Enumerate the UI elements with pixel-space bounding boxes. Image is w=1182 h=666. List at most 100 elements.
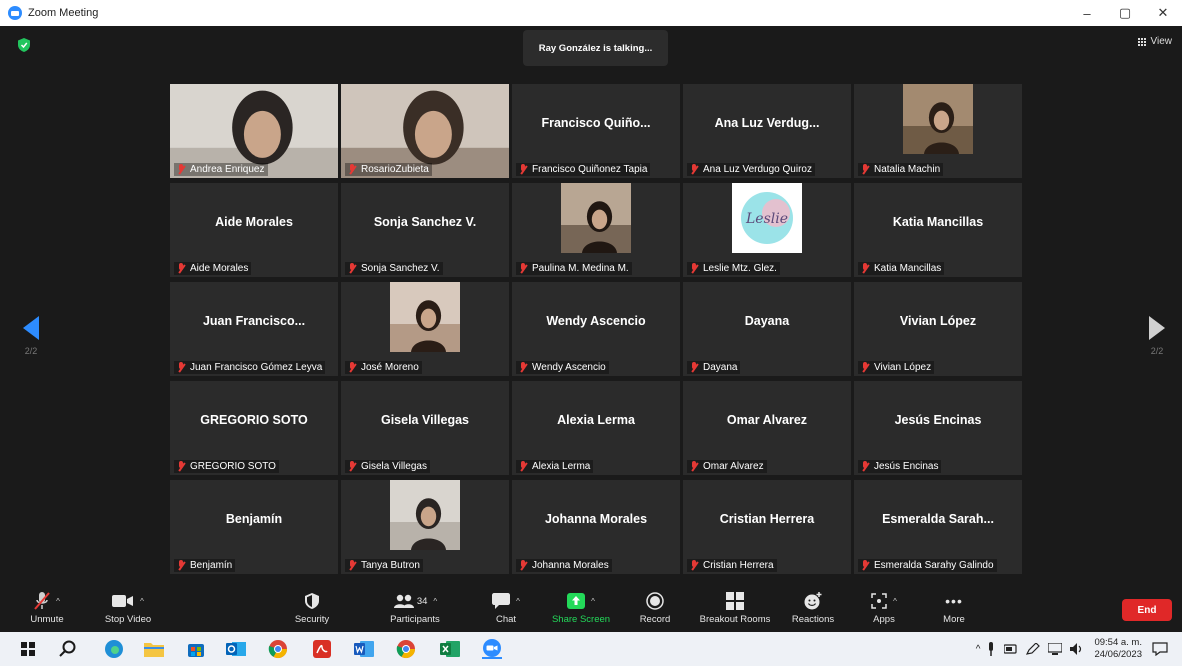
mic-muted-icon: [689, 560, 699, 571]
store-icon[interactable]: [186, 639, 206, 659]
participant-tile[interactable]: Paulina M. Medina M.: [512, 183, 680, 277]
system-clock[interactable]: 09:54 a. m. 24/06/2023: [1094, 637, 1142, 661]
participant-tile[interactable]: Leslie Leslie Mtz. Glez.: [683, 183, 851, 277]
participant-video: [903, 84, 973, 154]
participant-tile[interactable]: Dayana Dayana: [683, 282, 851, 376]
meeting-controls: ^ Unmute ^ Stop Video Security 34 ^ Part…: [0, 586, 1182, 632]
mic-muted-icon: [347, 164, 357, 175]
unmute-options-caret[interactable]: ^: [56, 597, 60, 606]
participant-tile[interactable]: Omar Alvarez Omar Alvarez: [683, 381, 851, 475]
participant-tile[interactable]: GREGORIO SOTO GREGORIO SOTO: [170, 381, 338, 475]
pen-icon[interactable]: [1026, 643, 1041, 655]
arrow-right-icon: [1149, 316, 1165, 340]
participant-tile[interactable]: Aide Morales Aide Morales: [170, 183, 338, 277]
mic-muted-icon: [518, 263, 528, 274]
participant-tile[interactable]: Francisco Quiño... Francisco Quiñonez Tap…: [512, 84, 680, 178]
apps-button[interactable]: ^ Apps: [864, 590, 904, 625]
participant-tile[interactable]: Johanna Morales Johanna Morales: [512, 480, 680, 574]
minimize-button[interactable]: –: [1068, 0, 1106, 26]
participant-name-label: Wendy Ascencio: [516, 361, 609, 374]
apps-options-caret[interactable]: ^: [893, 597, 897, 606]
chrome-icon[interactable]: [268, 639, 288, 659]
participant-tile[interactable]: Ana Luz Verdug... Ana Luz Verdugo Quiroz: [683, 84, 851, 178]
mic-muted-icon: [860, 362, 870, 373]
share-options-caret[interactable]: ^: [591, 597, 595, 606]
network-icon[interactable]: [1048, 643, 1063, 655]
microphone-tray-icon[interactable]: [986, 642, 996, 656]
participant-name: Leslie Mtz. Glez.: [703, 263, 777, 274]
participant-tile[interactable]: Vivian López Vivian López: [854, 282, 1022, 376]
participant-tile[interactable]: Juan Francisco... Juan Francisco Gómez Le…: [170, 282, 338, 376]
breakout-rooms-button[interactable]: Breakout Rooms: [694, 590, 776, 625]
participant-name-label: Tanya Butron: [345, 559, 423, 572]
pdf-reader-icon[interactable]: [312, 639, 332, 659]
chrome-profile-icon[interactable]: [396, 639, 416, 659]
record-button[interactable]: Record: [634, 590, 676, 625]
participant-name-label: José Moreno: [345, 361, 422, 374]
chat-label: Chat: [495, 614, 517, 625]
participant-tile[interactable]: Alexia Lerma Alexia Lerma: [512, 381, 680, 475]
participants-button[interactable]: 34 ^ Participants: [374, 590, 456, 625]
notifications-icon[interactable]: [1152, 642, 1168, 656]
stop-video-button[interactable]: ^ Stop Video: [98, 590, 158, 625]
word-icon[interactable]: [354, 639, 374, 659]
reactions-button[interactable]: Reactions: [788, 590, 838, 625]
more-button[interactable]: ••• More: [932, 590, 976, 625]
end-meeting-button[interactable]: End: [1122, 599, 1172, 621]
unmute-button[interactable]: ^ Unmute: [22, 590, 72, 625]
participant-name: Vivian López: [874, 362, 932, 373]
participant-display-name: Juan Francisco...: [202, 314, 306, 328]
volume-icon[interactable]: [1070, 643, 1084, 655]
mic-muted-icon: [860, 461, 870, 472]
participant-name: Cristian Herrera: [703, 560, 774, 571]
outlook-icon[interactable]: [226, 639, 246, 659]
tray-overflow-icon[interactable]: ^: [976, 644, 981, 655]
view-button[interactable]: View: [1138, 36, 1172, 47]
participant-tile[interactable]: Gisela Villegas Gisela Villegas: [341, 381, 509, 475]
participants-options-caret[interactable]: ^: [433, 597, 437, 606]
participants-icon: [393, 594, 414, 608]
participant-tile[interactable]: Sonja Sanchez V. Sonja Sanchez V.: [341, 183, 509, 277]
participant-name-label: Esmeralda Sarahy Galindo: [858, 559, 997, 572]
battery-icon[interactable]: [1004, 643, 1018, 655]
next-page-button[interactable]: 2/2: [1144, 316, 1170, 356]
video-options-caret[interactable]: ^: [140, 597, 144, 606]
edge-browser-icon[interactable]: [104, 639, 124, 659]
participant-tile[interactable]: Tanya Butron: [341, 480, 509, 574]
chat-options-caret[interactable]: ^: [516, 597, 520, 606]
file-explorer-icon[interactable]: [144, 639, 164, 659]
window-titlebar: Zoom Meeting – ▢ ✕: [0, 0, 1182, 26]
previous-page-button[interactable]: 2/2: [18, 316, 44, 356]
participant-tile[interactable]: Esmeralda Sarah... Esmeralda Sarahy Galin…: [854, 480, 1022, 574]
participant-tile[interactable]: Andrea Enriquez: [170, 84, 338, 178]
system-tray: ^ 09:54 a. m. 24/06/2023: [976, 632, 1182, 666]
windows-start-icon[interactable]: [18, 639, 38, 659]
participant-tile[interactable]: RosarioZubieta: [341, 84, 509, 178]
maximize-button[interactable]: ▢: [1106, 0, 1144, 26]
participants-label: Participants: [390, 614, 440, 625]
participant-name: Sonja Sanchez V.: [361, 263, 440, 274]
encryption-shield-icon[interactable]: [18, 38, 30, 52]
excel-icon[interactable]: [440, 639, 460, 659]
participant-tile[interactable]: José Moreno: [341, 282, 509, 376]
participant-tile[interactable]: Natalia Machin: [854, 84, 1022, 178]
participant-name: Omar Alvarez: [703, 461, 764, 472]
participant-tile[interactable]: Benjamín Benjamín: [170, 480, 338, 574]
participant-name-label: Vivian López: [858, 361, 935, 374]
windows-taskbar: ^ 09:54 a. m. 24/06/2023: [0, 632, 1182, 666]
chat-button[interactable]: ^ Chat: [484, 590, 528, 625]
participant-tile[interactable]: Jesús Encinas Jesús Encinas: [854, 381, 1022, 475]
participant-tile[interactable]: Cristian Herrera Cristian Herrera: [683, 480, 851, 574]
video-camera-icon: [112, 595, 134, 607]
participant-tile[interactable]: Wendy Ascencio Wendy Ascencio: [512, 282, 680, 376]
participant-video: [561, 183, 631, 253]
participant-tile[interactable]: Katia Mancillas Katia Mancillas: [854, 183, 1022, 277]
search-icon[interactable]: [58, 639, 78, 659]
security-button[interactable]: Security: [290, 590, 334, 625]
participant-name-label: Dayana: [687, 361, 741, 374]
close-button[interactable]: ✕: [1144, 0, 1182, 26]
participant-display-name: Vivian López: [899, 314, 977, 328]
clock-date: 24/06/2023: [1094, 649, 1142, 660]
zoom-taskbar-icon[interactable]: [482, 639, 502, 659]
share-screen-button[interactable]: ^ Share Screen: [546, 590, 616, 625]
